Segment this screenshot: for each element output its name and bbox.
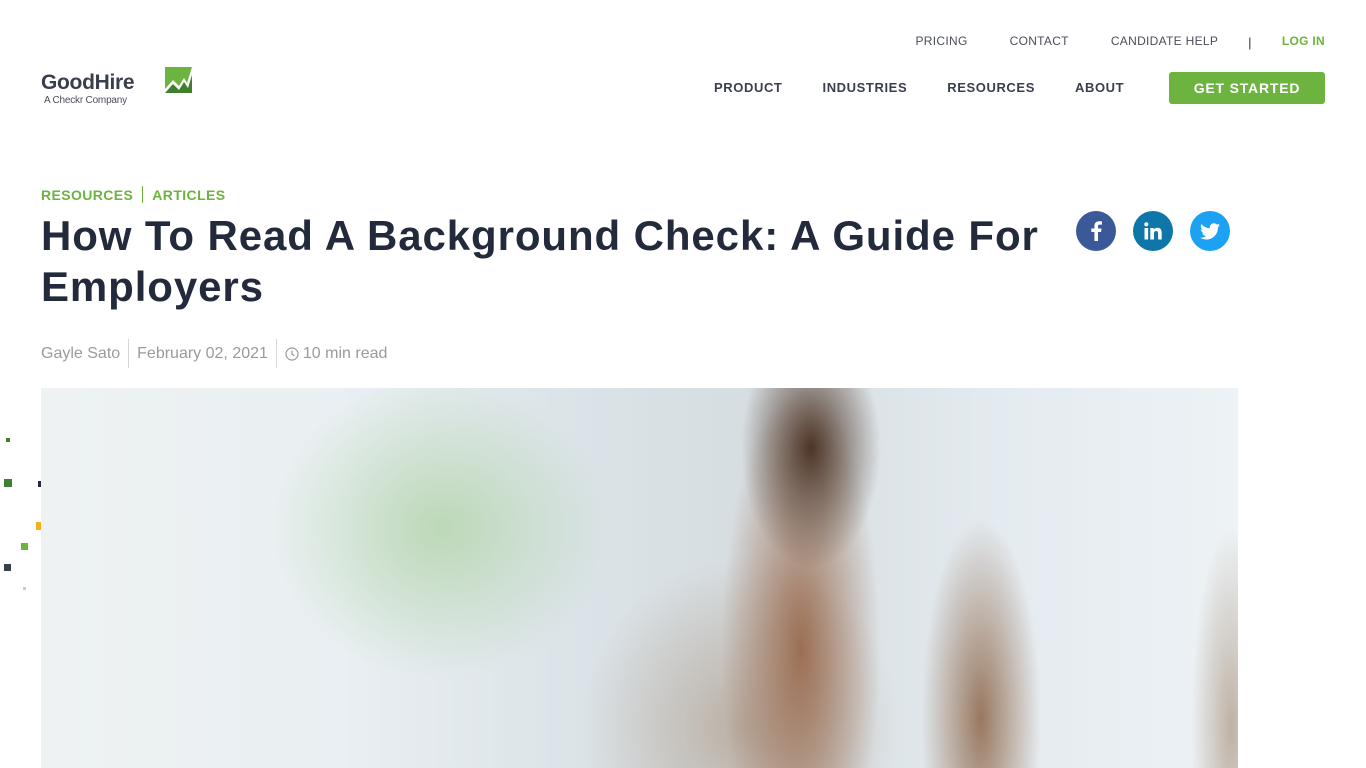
meta-separator xyxy=(128,339,130,368)
nav-about[interactable]: ABOUT xyxy=(1075,80,1124,95)
util-nav-contact[interactable]: CONTACT xyxy=(1010,34,1069,48)
breadcrumb-resources[interactable]: RESOURCES xyxy=(41,187,133,203)
article-meta: Gayle Sato February 02, 2021 10 min read xyxy=(41,339,387,368)
logo-tagline: A Checkr Company xyxy=(44,95,127,106)
clock-icon xyxy=(285,346,299,361)
decorative-square xyxy=(4,564,11,571)
facebook-icon xyxy=(1091,221,1102,241)
article-author[interactable]: Gayle Sato xyxy=(41,345,120,363)
linkedin-share-button[interactable] xyxy=(1133,211,1173,251)
nav-resources[interactable]: RESOURCES xyxy=(947,80,1035,95)
social-share xyxy=(1076,211,1230,251)
nav-industries[interactable]: INDUSTRIES xyxy=(822,80,907,95)
breadcrumb-articles[interactable]: ARTICLES xyxy=(152,187,225,203)
decorative-square xyxy=(23,587,26,590)
util-nav-separator: | xyxy=(1248,35,1252,50)
decorative-square xyxy=(21,543,28,550)
article-title: How To Read A Background Check: A Guide … xyxy=(41,212,1039,310)
hero-image xyxy=(41,388,1238,768)
decorative-square xyxy=(4,479,12,487)
breadcrumb: RESOURCES ARTICLES xyxy=(41,186,226,203)
meta-separator xyxy=(275,339,277,368)
goodhire-logo[interactable]: GoodHire A Checkr Company xyxy=(41,67,201,111)
main-nav: PRODUCT INDUSTRIES RESOURCES ABOUT xyxy=(714,80,1124,95)
twitter-share-button[interactable] xyxy=(1190,211,1230,251)
twitter-icon xyxy=(1200,222,1220,239)
linkedin-icon xyxy=(1144,222,1162,240)
util-nav-candidate-help[interactable]: CANDIDATE HELP xyxy=(1111,34,1218,48)
utility-nav: PRICING CONTACT CANDIDATE HELP | LOG IN xyxy=(916,33,1326,51)
get-started-button[interactable]: GET STARTED xyxy=(1169,72,1325,104)
facebook-share-button[interactable] xyxy=(1076,211,1116,251)
article-date: February 02, 2021 xyxy=(137,344,268,362)
logo-checkmark-icon xyxy=(165,67,192,93)
nav-product[interactable]: PRODUCT xyxy=(714,80,782,95)
util-nav-pricing[interactable]: PRICING xyxy=(916,34,968,48)
login-link[interactable]: LOG IN xyxy=(1282,34,1325,48)
breadcrumb-separator xyxy=(142,186,144,203)
decorative-square xyxy=(6,438,10,442)
logo-wordmark: GoodHire xyxy=(41,71,135,94)
article-read-time: 10 min read xyxy=(302,344,388,362)
